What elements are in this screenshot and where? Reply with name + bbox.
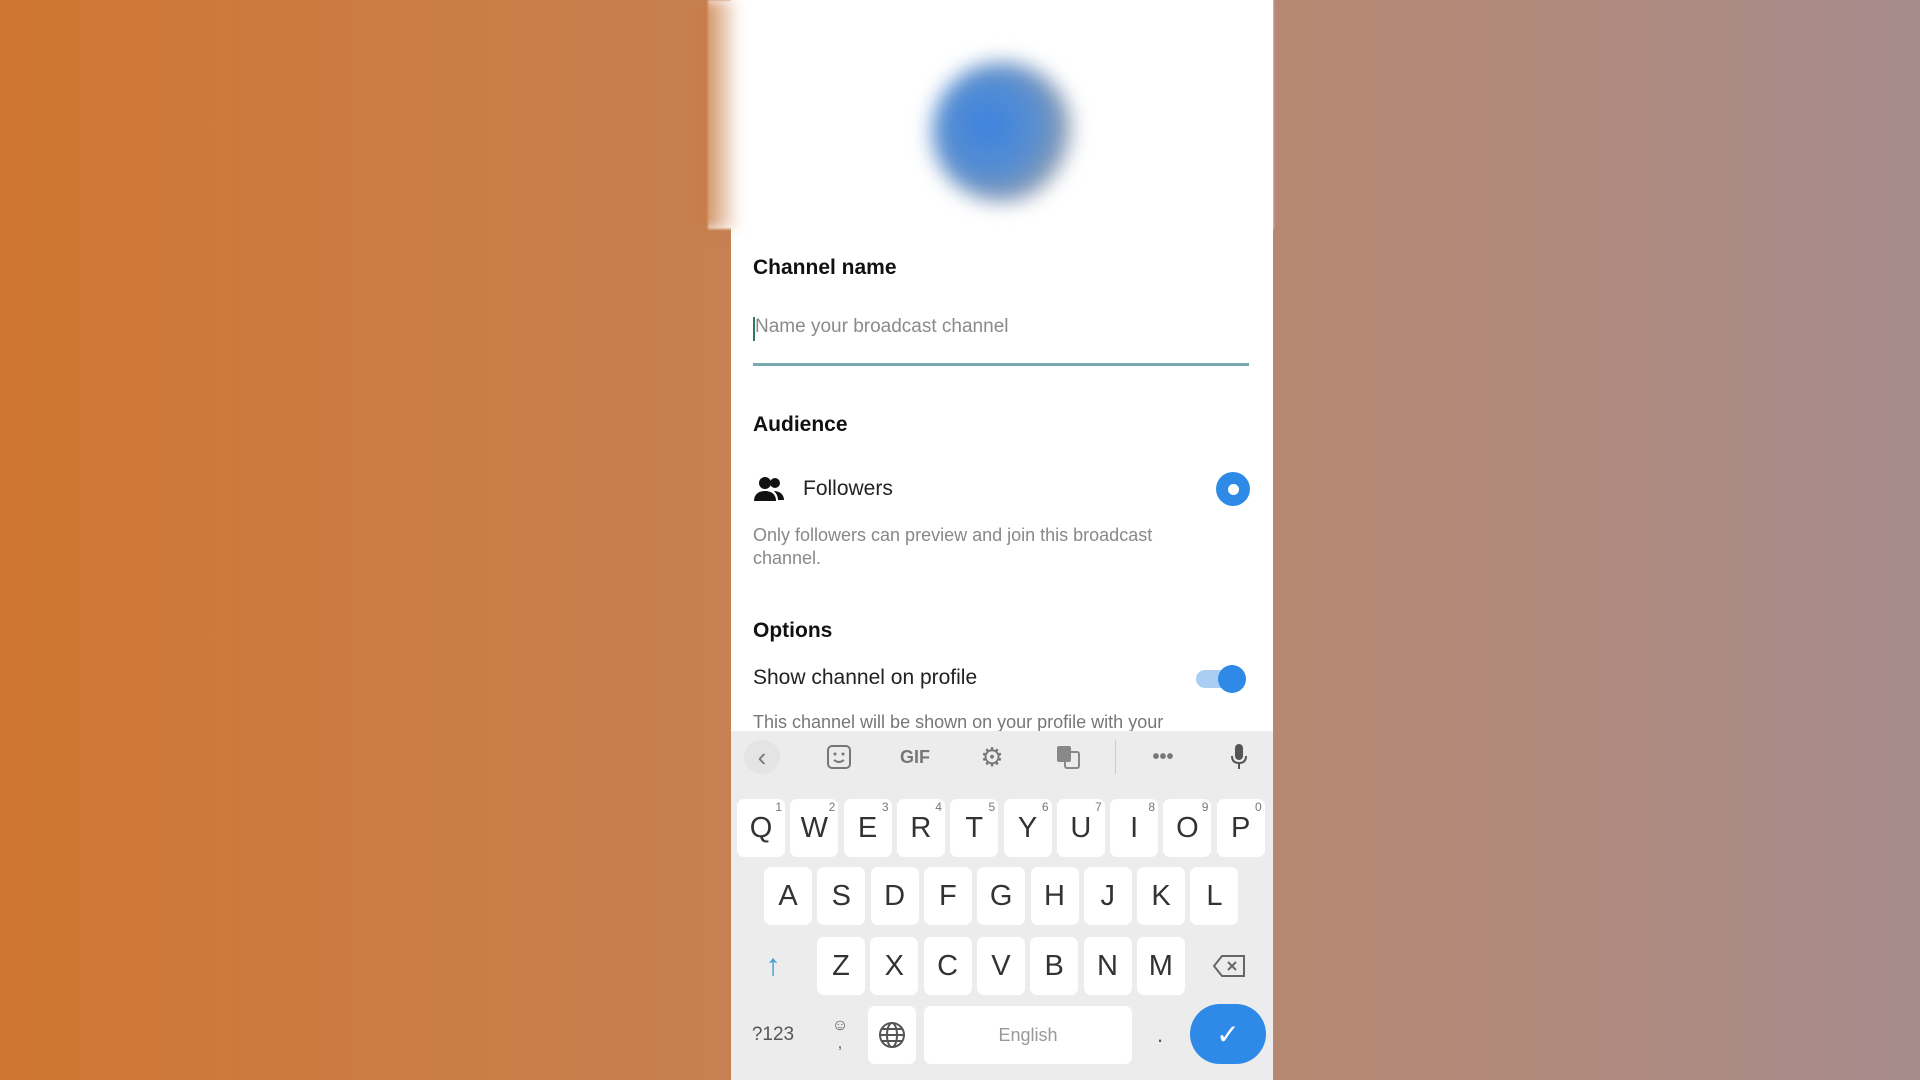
comma-label: , — [837, 1035, 843, 1052]
show-on-profile-description: This channel will be shown on your profi… — [753, 712, 1164, 732]
key-hint: 1 — [775, 800, 782, 814]
key-b[interactable]: B — [1030, 937, 1079, 995]
options-label: Options — [753, 619, 833, 642]
key-p[interactable]: P0 — [1216, 799, 1265, 857]
key-h[interactable]: H — [1030, 867, 1079, 925]
key-label: X — [884, 949, 904, 982]
key-label: I — [1130, 811, 1139, 844]
followers-option[interactable]: Followers — [803, 477, 893, 501]
collapse-toolbar-icon[interactable]: ‹ — [744, 740, 780, 774]
audience-label: Audience — [753, 413, 848, 436]
key-label: T — [965, 811, 984, 844]
more-icon[interactable]: ••• — [1148, 740, 1178, 774]
key-label: S — [831, 879, 851, 912]
language-globe-key[interactable] — [868, 1006, 916, 1064]
key-z[interactable]: Z — [817, 937, 865, 995]
key-j[interactable]: J — [1083, 867, 1132, 925]
key-q[interactable]: Q1 — [737, 799, 785, 857]
channel-name-placeholder: Name your broadcast channel — [755, 316, 1009, 337]
key-label: K — [1151, 879, 1171, 912]
key-e[interactable]: E3 — [843, 799, 892, 857]
key-label: N — [1097, 949, 1118, 982]
audience-description: Only followers can preview and join this… — [753, 525, 1153, 568]
channel-avatar[interactable] — [932, 62, 1072, 202]
key-hint: 3 — [881, 800, 889, 814]
key-f[interactable]: F — [923, 867, 972, 925]
key-t[interactable]: T5 — [950, 799, 999, 857]
key-w[interactable]: W2 — [790, 799, 839, 857]
key-l[interactable]: L — [1190, 867, 1239, 925]
show-on-profile-toggle[interactable] — [1196, 665, 1248, 693]
gif-button[interactable]: GIF — [895, 740, 935, 774]
key-n[interactable]: N — [1083, 937, 1132, 995]
globe-icon — [879, 1022, 905, 1048]
key-label: O — [1176, 811, 1199, 844]
key-label: P — [1231, 811, 1251, 844]
key-i[interactable]: I8 — [1110, 799, 1159, 857]
key-y[interactable]: Y6 — [1003, 799, 1052, 857]
key-label: J — [1100, 879, 1116, 912]
key-label: G — [989, 879, 1013, 912]
key-a[interactable]: A — [764, 867, 812, 925]
key-label: E — [857, 811, 878, 844]
emoji-comma-key[interactable]: ☺, — [816, 1006, 864, 1064]
key-label: W — [800, 811, 828, 844]
symbols-key[interactable]: ?123 — [738, 1006, 808, 1064]
key-label: L — [1206, 879, 1223, 912]
channel-name-input[interactable]: Name your broadcast channel — [753, 316, 1249, 366]
key-hint: 6 — [1041, 800, 1049, 814]
key-k[interactable]: K — [1137, 867, 1186, 925]
key-label: F — [939, 879, 957, 912]
settings-gear-icon[interactable]: ⚙ — [977, 740, 1007, 774]
text-caret — [753, 317, 755, 341]
key-label: B — [1044, 949, 1064, 982]
key-hint: 2 — [828, 800, 836, 814]
key-hint: 7 — [1095, 800, 1102, 814]
key-label: D — [884, 879, 906, 912]
key-hint: 0 — [1255, 800, 1262, 814]
key-g[interactable]: G — [977, 867, 1026, 925]
toolbar-divider — [1115, 740, 1116, 774]
emoji-icon: ☺ — [831, 1017, 849, 1034]
shift-key[interactable]: ↑ — [738, 937, 808, 995]
key-label: H — [1044, 879, 1065, 912]
sticker-icon[interactable] — [824, 740, 854, 774]
key-x[interactable]: X — [870, 937, 919, 995]
translate-icon[interactable] — [1053, 740, 1083, 774]
key-label: U — [1070, 811, 1092, 844]
key-hint: 8 — [1148, 800, 1156, 814]
key-u[interactable]: U7 — [1056, 799, 1105, 857]
key-d[interactable]: D — [870, 867, 919, 925]
key-m[interactable]: M — [1136, 937, 1185, 995]
key-label: Z — [832, 949, 850, 982]
backspace-key[interactable] — [1194, 937, 1264, 995]
radio-dot — [1227, 483, 1239, 495]
key-label: Q — [749, 811, 773, 844]
microphone-icon[interactable] — [1226, 740, 1252, 774]
space-key[interactable]: English — [924, 1006, 1132, 1064]
key-o[interactable]: O9 — [1163, 799, 1212, 857]
key-hint: 9 — [1201, 800, 1209, 814]
key-label: V — [991, 949, 1011, 982]
key-label: C — [937, 949, 959, 982]
followers-icon — [754, 477, 784, 501]
key-label: A — [778, 879, 798, 912]
key-v[interactable]: V — [976, 937, 1025, 995]
key-label: M — [1148, 949, 1173, 982]
key-label: R — [910, 811, 932, 844]
key-s[interactable]: S — [817, 867, 866, 925]
key-hint: 4 — [935, 800, 942, 814]
key-hint: 5 — [988, 800, 996, 814]
key-c[interactable]: C — [923, 937, 972, 995]
followers-radio[interactable] — [1216, 472, 1250, 506]
period-key[interactable]: . — [1140, 1006, 1180, 1064]
done-check-key[interactable]: ✓ — [1190, 1004, 1266, 1064]
channel-name-label: Channel name — [753, 256, 897, 279]
show-on-profile-label: Show channel on profile — [753, 666, 978, 689]
key-r[interactable]: R4 — [896, 799, 945, 857]
header-edge — [700, 0, 740, 229]
key-label: Y — [1017, 811, 1038, 844]
